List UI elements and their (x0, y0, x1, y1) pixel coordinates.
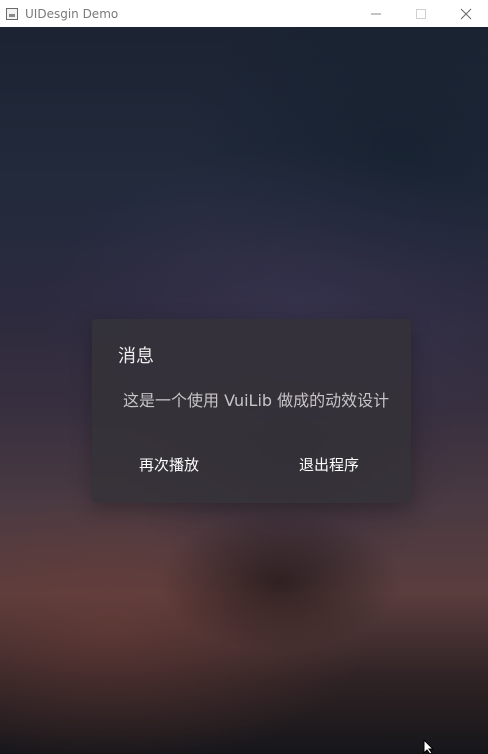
maximize-icon (415, 8, 426, 19)
close-button[interactable] (443, 0, 488, 27)
minimize-icon (370, 13, 381, 14)
dialog-title: 消息 (118, 346, 154, 367)
replay-button[interactable]: 再次播放 (129, 452, 209, 480)
title-bar[interactable]: UIDesgin Demo (0, 0, 488, 27)
app-icon (6, 7, 18, 20)
close-icon (460, 8, 471, 19)
message-dialog: 消息 这是一个使用 VuiLib 做成的动效设计 再次播放 退出程序 (92, 319, 411, 503)
animated-background: 消息 这是一个使用 VuiLib 做成的动效设计 再次播放 退出程序 (0, 27, 488, 754)
mouse-cursor-icon (423, 740, 435, 754)
app-window: UIDesgin Demo 消息 这是一个使用 VuiLib 做成的动效设计 再… (0, 0, 488, 754)
window-controls (353, 0, 488, 27)
window-title: UIDesgin Demo (25, 6, 119, 21)
exit-button[interactable]: 退出程序 (289, 452, 369, 480)
maximize-button[interactable] (398, 0, 443, 27)
dialog-message: 这是一个使用 VuiLib 做成的动效设计 (123, 391, 390, 410)
minimize-button[interactable] (353, 0, 398, 27)
